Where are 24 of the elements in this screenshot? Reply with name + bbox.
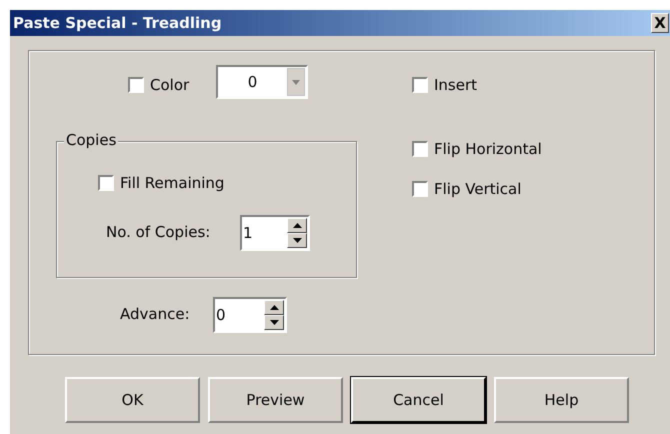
close-button[interactable]: X xyxy=(651,13,669,33)
checkbox-label[interactable]: Fill Remaining xyxy=(120,172,224,194)
spin-box[interactable]: 0 xyxy=(213,297,287,333)
dialog-button[interactable]: OK xyxy=(65,377,200,423)
checkbox[interactable] xyxy=(412,181,428,198)
dialog-button[interactable]: Help xyxy=(494,377,629,423)
checkbox-label[interactable]: Color xyxy=(150,74,190,96)
dialog-button[interactable]: Cancel xyxy=(351,377,486,423)
checkbox[interactable] xyxy=(128,77,144,94)
dropdown-value: 0 xyxy=(246,72,258,93)
checkbox[interactable] xyxy=(98,175,114,192)
spin-value: 1 xyxy=(242,222,254,244)
color-dropdown[interactable]: 0 xyxy=(216,65,308,99)
window-title: Paste Special - Treadling xyxy=(12,12,222,34)
spin-value: 0 xyxy=(215,304,227,326)
copies-label: No. of Copies: xyxy=(106,222,210,243)
checkbox-label[interactable]: Flip Vertical xyxy=(434,178,522,200)
advance-label: Advance: xyxy=(120,304,190,325)
checkbox-label[interactable]: Flip Horizontal xyxy=(434,138,542,160)
dialog-button[interactable]: Preview xyxy=(208,377,343,423)
spin-box[interactable]: 1 xyxy=(240,215,310,251)
checkbox-label[interactable]: Insert xyxy=(434,74,478,96)
checkbox[interactable] xyxy=(412,77,428,94)
checkbox[interactable] xyxy=(412,140,428,157)
